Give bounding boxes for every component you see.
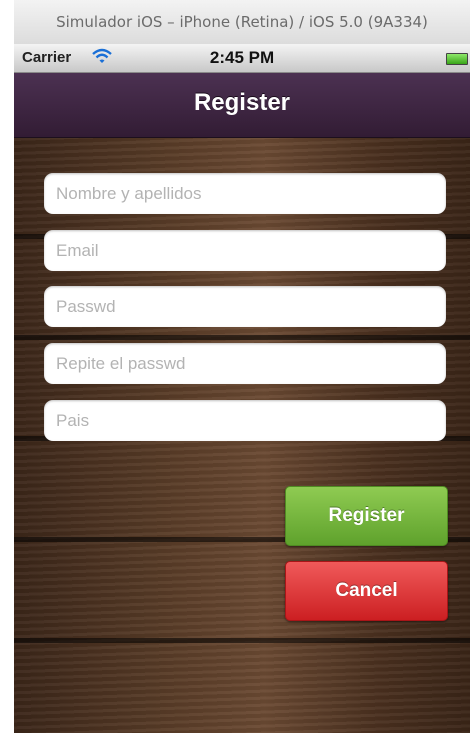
name-field[interactable]	[44, 173, 446, 214]
country-field[interactable]	[44, 400, 446, 441]
password-field[interactable]	[44, 286, 446, 327]
repeat-password-field[interactable]	[44, 343, 446, 384]
register-button[interactable]: Register	[285, 486, 448, 546]
simulator-title: Simulador iOS – iPhone (Retina) / iOS 5.…	[56, 13, 428, 31]
email-field[interactable]	[44, 230, 446, 271]
simulator-window: Simulador iOS – iPhone (Retina) / iOS 5.…	[14, 0, 470, 733]
status-bar: Carrier 2:45 PM	[14, 44, 470, 73]
navigation-bar: Register	[14, 73, 470, 138]
battery-icon	[446, 53, 468, 65]
status-time: 2:45 PM	[209, 48, 275, 67]
cancel-button[interactable]: Cancel	[285, 561, 448, 621]
page-title: Register	[193, 89, 291, 116]
simulator-titlebar: Simulador iOS – iPhone (Retina) / iOS 5.…	[14, 0, 470, 45]
